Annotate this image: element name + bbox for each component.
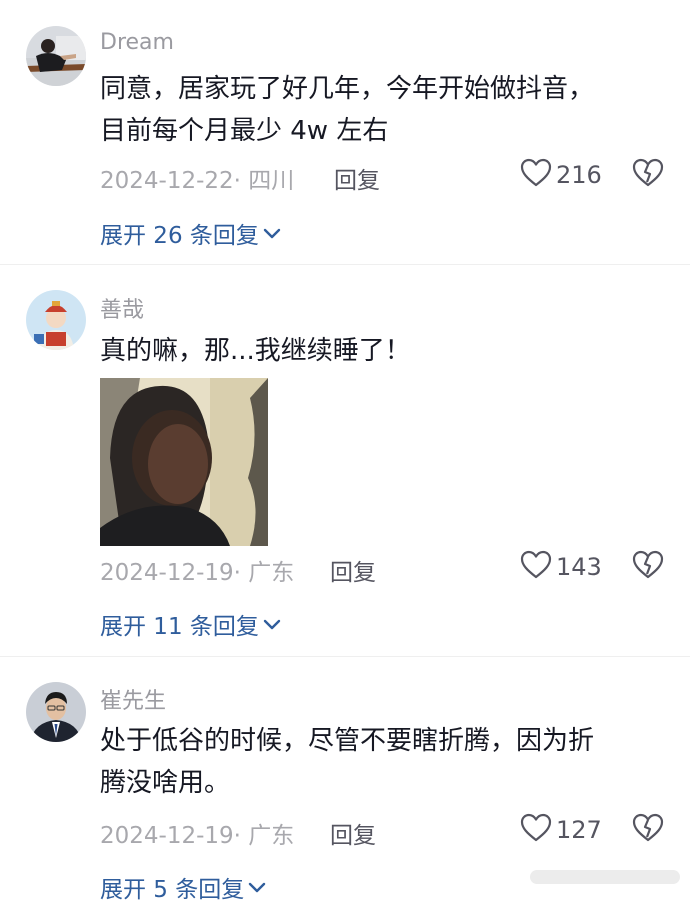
comment-meta: 2024-12-19· 广东 回复 143 — [100, 549, 670, 587]
reply-button[interactable]: 回复 — [330, 816, 376, 850]
avatar[interactable] — [26, 26, 86, 86]
expand-replies-label: 展开 5 条回复 — [100, 877, 245, 903]
expand-replies-label: 展开 11 条回复 — [100, 614, 259, 640]
comment-text: 真的嘛，那...我继续睡了！ — [100, 336, 411, 366]
comment-username[interactable]: Dream — [100, 30, 174, 55]
comment-item: 善哉 真的嘛，那...我继续睡了！ 2024-12-19· 广东 回复 143 — [0, 264, 690, 656]
expand-replies-button[interactable]: 展开 26 条回复 — [100, 216, 281, 250]
dislike-button[interactable] — [631, 157, 665, 193]
broken-heart-icon — [632, 550, 664, 584]
like-button[interactable]: 216 — [520, 157, 602, 193]
comment-text: 同意，居家玩了好几年，今年开始做抖音， 目前每个月最少 4w 左右 — [100, 74, 595, 146]
heart-outline-icon — [520, 550, 552, 584]
comment-item: Dream 同意，居家玩了好几年，今年开始做抖音， 目前每个月最少 4w 左右 … — [0, 0, 690, 262]
comment-date-location: 2024-12-22· 四川 — [100, 168, 295, 194]
like-button[interactable]: 127 — [520, 812, 602, 848]
comment-text: 处于低谷的时候，尽管不要瞎折腾，因为折 腾没啥用。 — [100, 726, 595, 798]
avatar[interactable] — [26, 290, 86, 350]
like-button[interactable]: 143 — [520, 549, 602, 585]
expand-replies-label: 展开 26 条回复 — [100, 223, 259, 249]
watermark — [530, 868, 680, 891]
comment-date-location: 2024-12-19· 广东 — [100, 560, 295, 586]
expand-replies-button[interactable]: 展开 5 条回复 — [100, 870, 266, 904]
chevron-down-icon — [263, 611, 281, 637]
like-count: 143 — [556, 553, 602, 581]
heart-outline-icon — [520, 158, 552, 192]
dislike-button[interactable] — [631, 812, 665, 848]
comment-username[interactable]: 善哉 — [100, 292, 144, 324]
like-count: 127 — [556, 816, 602, 844]
broken-heart-icon — [632, 813, 664, 847]
expand-replies-button[interactable]: 展开 11 条回复 — [100, 607, 281, 641]
comment-username[interactable]: 崔先生 — [100, 683, 166, 715]
comment-item: 崔先生 处于低谷的时候，尽管不要瞎折腾，因为折 腾没啥用。 2024-12-19… — [0, 656, 690, 904]
sticker-image[interactable] — [100, 378, 268, 546]
chevron-down-icon — [263, 220, 281, 246]
chevron-down-icon — [248, 874, 266, 900]
like-count: 216 — [556, 161, 602, 189]
comment-meta: 2024-12-19· 广东 回复 127 — [100, 812, 670, 850]
reply-button[interactable]: 回复 — [334, 161, 380, 195]
heart-outline-icon — [520, 813, 552, 847]
dislike-button[interactable] — [631, 549, 665, 585]
avatar[interactable] — [26, 682, 86, 742]
broken-heart-icon — [632, 158, 664, 192]
comment-date-location: 2024-12-19· 广东 — [100, 823, 295, 849]
reply-button[interactable]: 回复 — [330, 553, 376, 587]
comment-meta: 2024-12-22· 四川 回复 216 — [100, 157, 670, 195]
